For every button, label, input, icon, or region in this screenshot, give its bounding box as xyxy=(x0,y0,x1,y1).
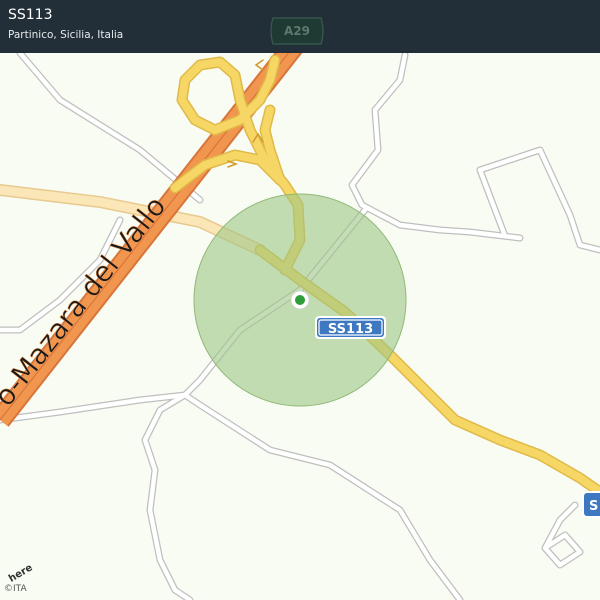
location-dot-icon[interactable] xyxy=(290,290,310,310)
ss113-shield: SS113 xyxy=(315,316,386,339)
map-canvas[interactable]: o-Mazara del Vallo SS113 S xyxy=(0,0,600,600)
a29-shield-label: A29 xyxy=(284,24,310,38)
ss113-shield-label: SS113 xyxy=(328,322,373,337)
copyright-text: ©ITA xyxy=(4,584,27,594)
a29-shield: A29 xyxy=(267,16,327,46)
ss113-shield-edge: S xyxy=(582,491,600,518)
location-header: SS113 Partinico, Sicilia, Italia A29 xyxy=(0,0,600,53)
highway-name-label: o-Mazara del Vallo xyxy=(0,190,172,412)
ss113-shield-edge-label: S xyxy=(589,499,598,514)
